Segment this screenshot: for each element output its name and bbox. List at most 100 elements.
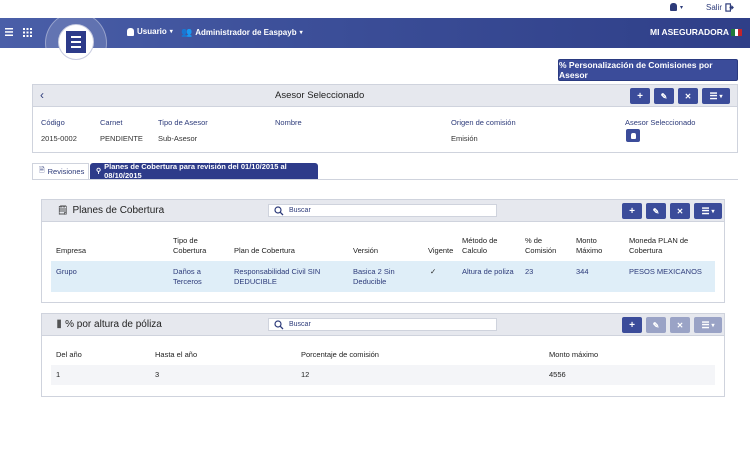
header-tipo-line1: Tipo de [173,236,198,245]
altura-search-input[interactable]: Buscar [268,318,497,331]
cell-monto: 344 [576,267,589,276]
planes-search-placeholder: Buscar [289,207,311,214]
logout-link[interactable]: Salir [706,3,734,12]
header-comision-line2: Comisión [525,246,557,255]
header-moneda-line2: Cobertura [629,246,663,255]
header-monto-line1: Monto [576,236,597,245]
document-list-icon: 🗒 [57,205,69,215]
user-icon [630,132,636,139]
tab-revisiones-label: Revisiones [47,167,85,176]
cell-porcentaje: 12 [301,370,310,379]
more-options-button[interactable]: ☰ ▾ [702,88,730,104]
altura-card-title-text: % por altura de póliza [65,319,162,330]
plus-icon: + [629,319,635,331]
header-version: Versión [353,246,379,255]
altura-more-button[interactable]: ☰ ▾ [694,317,722,333]
altura-card-title: ⫼ % por altura de póliza [57,319,162,330]
altura-delete-button[interactable]: ✕ [670,317,690,333]
check-icon: ✓ [430,267,437,276]
close-icon: ✕ [676,320,684,330]
carnet-value: PENDIENTE [100,134,143,143]
header-plan: Plan de Cobertura [234,246,295,255]
table-row[interactable]: Grupo Daños a Terceros Responsabilidad C… [51,261,715,292]
mexico-flag-icon[interactable] [731,29,743,36]
back-chevron-icon[interactable]: ‹ [40,88,44,102]
sliders-icon: ⫼ [57,319,62,329]
logo-mark-icon [66,31,86,53]
planes-search-input[interactable]: Buscar [268,204,497,217]
top-bar: ▾ Salir [0,0,750,18]
asesor-card: ‹ Asesor Seleccionado + ✎ ✕ ☰ ▾ Código 20… [32,84,738,153]
user-silhouette-icon [670,3,677,11]
table-row[interactable]: 1 3 12 4556 [51,365,715,385]
search-icon [274,206,284,216]
cell-monto-maximo: 4556 [549,370,566,379]
personalize-commissions-button[interactable]: % Personalización de Comisiones por Ases… [558,59,738,81]
planes-delete-button[interactable]: ✕ [670,203,690,219]
company-logo[interactable] [58,24,94,60]
header-monto-line2: Máximo [576,246,603,255]
nombre-label: Nombre [275,118,302,127]
sitemap-icon: ⚲ [96,168,102,175]
planes-card-header: 🗒 Planes de Cobertura Buscar + ✎ ✕ ☰ ▾ [42,200,724,222]
asesor-card-title: Asesor Seleccionado [275,90,365,101]
header-porcentaje: Porcentaje de comisión [301,350,379,359]
cell-empresa: Grupo [56,267,77,276]
tab-planes-label: Planes de Cobertura para revisión del 01… [104,162,287,180]
add-button[interactable]: + [630,88,650,104]
delete-button[interactable]: ✕ [678,88,698,104]
caret-down-icon: ▾ [719,93,723,100]
planes-add-button[interactable]: + [622,203,642,219]
apps-grid-icon[interactable] [23,28,32,37]
pencil-icon: ✎ [660,91,668,101]
altura-search-placeholder: Buscar [289,321,311,328]
altura-edit-button[interactable]: ✎ [646,317,666,333]
cell-comision: 23 [525,267,534,276]
plus-icon: + [629,205,635,217]
cell-tipo-line2: Terceros [173,277,202,286]
hamburger-menu-icon[interactable] [5,28,13,36]
cell-hasta-anio: 3 [155,370,160,379]
caret-down-icon: ▾ [711,322,715,329]
asesor-seleccionado-label: Asesor Seleccionado [625,118,696,127]
user-icon [127,27,134,36]
asesor-select-button[interactable] [626,129,640,142]
caret-down-icon: ▾ [711,208,715,215]
users-group-icon: 👥 [181,27,193,37]
admin-dropdown[interactable]: 👥 Administrador de Easpayb ▾ [181,27,303,38]
cell-version-line2: Deducible [353,277,387,286]
altura-card: ⫼ % por altura de póliza Buscar + ✎ ✕ ☰ ▾… [41,313,725,397]
list-icon: ☰ [701,205,710,216]
origen-label: Origen de comisión [451,118,516,127]
header-del-anio: Del año [56,350,82,359]
logout-icon [725,3,734,12]
user-dropdown[interactable]: Usuario ▾ [127,27,173,36]
user-dropdown-label: Usuario [137,27,167,36]
list-icon: ☰ [709,90,718,101]
admin-dropdown-label: Administrador de Easpayb [195,28,297,37]
header-vigente: Vigente [428,246,454,255]
altura-add-button[interactable]: + [622,317,642,333]
planes-edit-button[interactable]: ✎ [646,203,666,219]
edit-button[interactable]: ✎ [654,88,674,104]
tab-planes-cobertura[interactable]: ⚲ Planes de Cobertura para revisión del … [90,162,318,180]
cell-tipo-line1: Daños a [173,267,201,276]
tab-revisiones[interactable]: 🗎 Revisiones [32,163,89,179]
header-metodo-line1: Método de [462,236,498,245]
header-moneda-line1: Moneda PLAN de [629,236,689,245]
planes-more-button[interactable]: ☰ ▾ [694,203,722,219]
header-tipo-line2: Cobertura [173,246,207,255]
header-hasta-anio: Hasta el año [155,350,198,359]
caret-down-icon: ▾ [299,30,303,36]
header-monto-maximo: Monto máximo [549,350,599,359]
main-navbar: Usuario ▾ 👥 Administrador de Easpayb ▾ M… [0,18,750,48]
plus-icon: + [637,90,643,102]
cell-del-anio: 1 [56,370,61,379]
user-menu-toggle[interactable]: ▾ [670,3,683,11]
cell-moneda: PESOS MEXICANOS [629,267,702,276]
list-icon: ☰ [701,319,710,330]
close-icon: ✕ [684,91,692,101]
codigo-label: Código [41,118,65,127]
cell-metodo: Altura de poliza [462,267,514,276]
tabs-divider [32,179,738,180]
